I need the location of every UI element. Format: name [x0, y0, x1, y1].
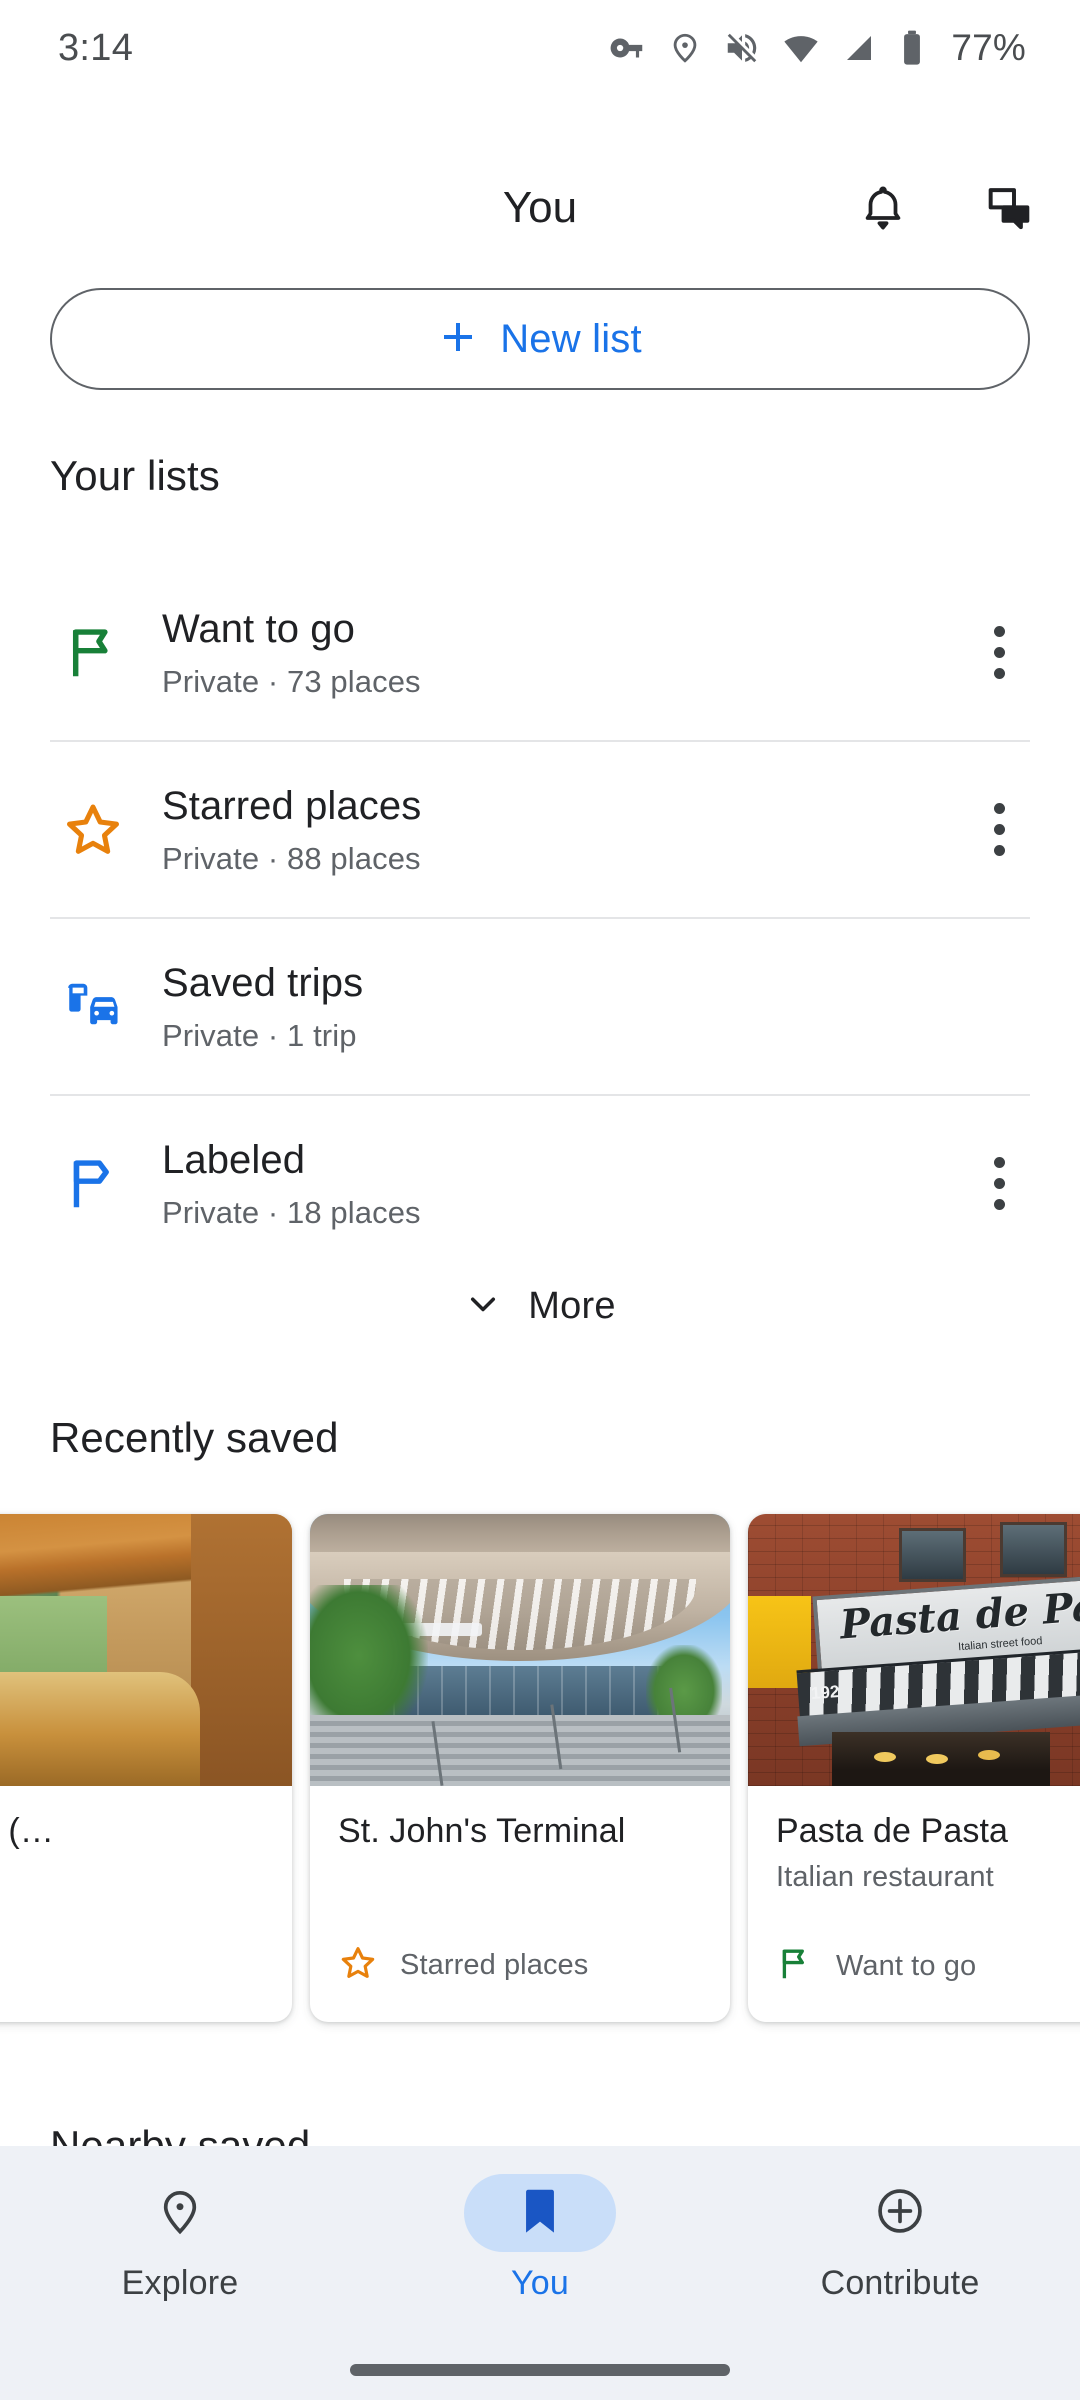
- battery-percent-label: 77%: [951, 27, 1026, 69]
- list-item-starred-places[interactable]: Starred places Private · 88 places: [0, 742, 1080, 917]
- place-card-body: Eatery (… nt o: [0, 1786, 292, 2022]
- place-card-subtitle: nt: [0, 1861, 264, 1894]
- list-item-name: Labeled: [162, 1137, 964, 1183]
- place-photo-pasta-storefront: Pasta de Pasta Italian street food 192: [748, 1514, 1080, 1786]
- place-card-tag: o: [0, 1945, 264, 1988]
- more-label: More: [528, 1285, 615, 1328]
- more-button[interactable]: More: [0, 1285, 1080, 1328]
- place-card-body: Pasta de Pasta Italian restaurant Want t…: [748, 1786, 1080, 2022]
- nav-label-explore: Explore: [122, 2264, 239, 2303]
- app-bar: You: [0, 158, 1080, 258]
- chevron-down-icon: [464, 1285, 502, 1328]
- place-card-subtitle: Italian restaurant: [776, 1861, 1080, 1894]
- list-item-name: Want to go: [162, 606, 964, 652]
- orange-star-icon: [50, 798, 136, 862]
- new-list-label: New list: [500, 317, 642, 362]
- nav-label-you: You: [511, 2264, 569, 2303]
- nav-item-contribute[interactable]: Contribute: [780, 2174, 1020, 2303]
- green-flag-icon: [50, 622, 136, 684]
- list-item-subtitle: Private · 1 trip: [162, 1018, 964, 1054]
- place-card-tag: Starred places: [338, 1943, 702, 1988]
- place-card[interactable]: St. John's Terminal Starred places: [310, 1514, 730, 2022]
- list-item-labeled[interactable]: Labeled Private · 18 places: [0, 1096, 1080, 1271]
- bell-icon[interactable]: [858, 183, 908, 233]
- app-bar-actions: [858, 183, 1034, 233]
- your-lists-heading: Your lists: [50, 452, 220, 500]
- bottom-navigation-bar: Explore You Contrib: [0, 2146, 1080, 2400]
- place-card[interactable]: Pasta de Pasta Italian street food 192 P…: [748, 1514, 1080, 2022]
- location-pin-icon: [668, 31, 702, 65]
- plus-icon: [438, 317, 478, 362]
- overflow-menu-icon[interactable]: [964, 626, 1034, 679]
- list-item-subtitle: Private · 18 places: [162, 1195, 964, 1231]
- list-item-name: Saved trips: [162, 960, 964, 1006]
- location-pin-outline-icon: [154, 2185, 206, 2242]
- list-item-text: Labeled Private · 18 places: [136, 1137, 964, 1231]
- blue-pennant-icon: [50, 1153, 136, 1215]
- list-item-text: Starred places Private · 88 places: [136, 783, 964, 877]
- nav-pill: [824, 2174, 976, 2252]
- bookmark-filled-icon: [518, 2185, 562, 2242]
- place-card-title: St. John's Terminal: [338, 1812, 702, 1851]
- list-item-text: Want to go Private · 73 places: [136, 606, 964, 700]
- green-flag-icon: [776, 1945, 814, 1988]
- place-photo-restaurant-interior: [0, 1514, 292, 1786]
- nav-item-you[interactable]: You: [420, 2174, 660, 2303]
- status-bar-icons: 77%: [609, 27, 1026, 69]
- place-card[interactable]: Eatery (… nt o: [0, 1514, 292, 2022]
- nav-pill-active: [464, 2174, 616, 2252]
- nav-label-contribute: Contribute: [821, 2264, 980, 2303]
- chat-bubbles-icon[interactable]: [984, 183, 1034, 233]
- vpn-key-icon: [609, 29, 647, 67]
- place-card-title: Pasta de Pasta: [776, 1812, 1080, 1851]
- overflow-menu-icon[interactable]: [964, 1157, 1034, 1210]
- place-card-title: Eatery (…: [0, 1812, 264, 1851]
- place-card-tag-label: Starred places: [400, 1949, 588, 1982]
- new-list-button[interactable]: New list: [50, 288, 1030, 390]
- place-photo-curved-building: [310, 1514, 730, 1786]
- phone-screen: 3:14: [0, 0, 1080, 2400]
- list-item-subtitle: Private · 88 places: [162, 841, 964, 877]
- bus-car-icon: [50, 976, 136, 1038]
- battery-icon: [898, 29, 926, 67]
- list-item-subtitle: Private · 73 places: [162, 664, 964, 700]
- status-bar-time: 3:14: [58, 27, 133, 70]
- storefront-address-text: 192: [810, 1682, 840, 1704]
- nav-pill: [104, 2174, 256, 2252]
- list-item-text: Saved trips Private · 1 trip: [136, 960, 964, 1054]
- sound-off-icon: [723, 29, 761, 67]
- overflow-menu-icon[interactable]: [964, 803, 1034, 856]
- list-item-name: Starred places: [162, 783, 964, 829]
- recently-saved-carousel[interactable]: Eatery (… nt o: [0, 1508, 1080, 2038]
- orange-star-icon: [338, 1943, 378, 1988]
- place-card-tag: Want to go: [776, 1945, 1080, 1988]
- list-item-saved-trips[interactable]: Saved trips Private · 1 trip: [0, 919, 1080, 1094]
- place-card-tag-label: Want to go: [836, 1950, 976, 1983]
- carousel-track: Eatery (… nt o: [0, 1508, 1080, 2038]
- plus-circle-icon: [874, 2185, 926, 2242]
- recently-saved-heading: Recently saved: [50, 1414, 339, 1462]
- cellular-signal-icon: [841, 30, 877, 66]
- place-card-body: St. John's Terminal Starred places: [310, 1786, 730, 2022]
- your-lists-container: Want to go Private · 73 places Starred p…: [0, 565, 1080, 1271]
- status-bar: 3:14: [0, 0, 1080, 96]
- gesture-navigation-bar[interactable]: [350, 2364, 730, 2376]
- nav-item-explore[interactable]: Explore: [60, 2174, 300, 2303]
- wifi-icon: [782, 29, 820, 67]
- list-item-want-to-go[interactable]: Want to go Private · 73 places: [0, 565, 1080, 740]
